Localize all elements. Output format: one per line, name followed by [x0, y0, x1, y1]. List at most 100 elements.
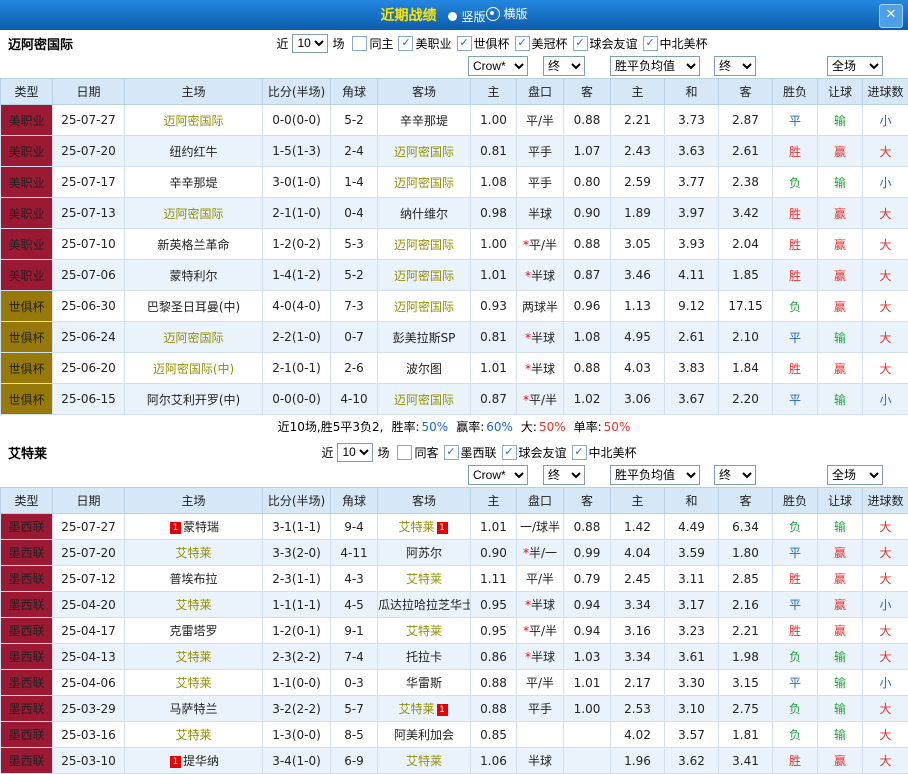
avg-stage-select[interactable]: 终 [714, 465, 756, 485]
filter-option[interactable]: ✓美职业 [398, 35, 451, 52]
avg-home-odds: 1.13 [611, 291, 665, 322]
results-table-body: 美职业25-07-27迈阿密国际0-0(0-0)5-2辛辛那堤1.00平/半0.… [1, 105, 908, 415]
away-odds: 1.07 [564, 136, 611, 167]
handicap-result: 输 [818, 105, 863, 136]
summary-stat-label: 大: [521, 420, 537, 434]
odds-company-select[interactable]: Crow* [468, 56, 528, 76]
avg-draw-odds: 9.12 [665, 291, 719, 322]
results-table: 类型日期主场比分(半场)角球客场主盘口客主和客胜负让球进球数美职业25-07-2… [0, 78, 908, 415]
checkbox-checked-icon[interactable]: ✓ [398, 36, 413, 51]
checkbox-checked-icon[interactable]: ✓ [502, 445, 517, 460]
corners: 1-4 [331, 167, 378, 198]
filter-option[interactable]: 同主 [352, 35, 393, 52]
column-header: 主场 [125, 488, 263, 514]
column-header: 主 [471, 79, 517, 105]
score: 3-4(1-0) [263, 748, 331, 774]
checkbox-unchecked-icon[interactable] [352, 36, 367, 51]
home-team: 蒙特利尔 [125, 260, 263, 291]
odds-stage-select[interactable]: 终 [543, 56, 585, 76]
checkbox-checked-icon[interactable]: ✓ [457, 36, 472, 51]
team-name-text: 波尔图 [406, 362, 442, 376]
league-type: 墨西联 [1, 644, 53, 670]
handicap-result: 输 [818, 696, 863, 722]
match-date: 25-07-10 [53, 229, 125, 260]
handicap: 平/半 [517, 105, 564, 136]
handicap-result: 输 [818, 670, 863, 696]
goals-result: 大 [863, 198, 908, 229]
avg-home-odds: 4.03 [611, 353, 665, 384]
home-team: 1提华纳 [125, 748, 263, 774]
corners: 8-5 [331, 722, 378, 748]
layout-radio-horizontal[interactable]: 横版 [486, 5, 528, 22]
avg-stage-select[interactable]: 终 [714, 56, 756, 76]
scope-select[interactable]: 全场 [827, 56, 883, 76]
avg-away-odds: 1.84 [719, 353, 773, 384]
match-date: 25-06-30 [53, 291, 125, 322]
away-odds: 0.88 [564, 105, 611, 136]
avg-draw-odds: 3.17 [665, 592, 719, 618]
column-header: 盘口 [517, 79, 564, 105]
checkbox-checked-icon[interactable]: ✓ [572, 445, 587, 460]
match-date: 25-06-15 [53, 384, 125, 415]
away-odds: 1.00 [564, 696, 611, 722]
away-team: 纳什维尔 [378, 198, 471, 229]
filter-option[interactable]: ✓球会友谊 [502, 444, 567, 461]
avg-draw-odds: 2.61 [665, 322, 719, 353]
filter-option[interactable]: ✓中北美杯 [572, 444, 637, 461]
avg-odds-select[interactable]: 胜平负均值 [610, 465, 700, 485]
match-row: 墨西联25-04-20艾特莱1-1(1-1)4-5瓜达拉哈拉芝华士0.95*半球… [1, 592, 908, 618]
checkbox-checked-icon[interactable]: ✓ [643, 36, 658, 51]
column-header: 主场 [125, 79, 263, 105]
corners: 5-7 [331, 696, 378, 722]
recent-count-select[interactable]: 10 [337, 443, 373, 462]
match-row: 墨西联25-03-101提华纳3-4(1-0)6-9艾特莱1.06半球1.963… [1, 748, 908, 774]
filter-label: 中北美杯 [589, 444, 637, 461]
goals-result: 大 [863, 136, 908, 167]
checkbox-checked-icon[interactable]: ✓ [515, 36, 530, 51]
checkbox-checked-icon[interactable]: ✓ [444, 445, 459, 460]
goals-result: 大 [863, 514, 908, 540]
league-type: 世俱杯 [1, 353, 53, 384]
match-row: 墨西联25-04-06艾特莱1-1(0-0)0-3华雷斯0.88平/半1.012… [1, 670, 908, 696]
league-type: 美职业 [1, 198, 53, 229]
odds-stage-select[interactable]: 终 [543, 465, 585, 485]
sections-container: 迈阿密国际近10场同主✓美职业✓世俱杯✓美冠杯✓球会友谊✓中北美杯Crow*终胜… [0, 30, 908, 774]
filter-label: 墨西联 [461, 444, 497, 461]
corners: 6-9 [331, 748, 378, 774]
team-name-text: 巴黎圣日耳曼(中) [147, 300, 240, 314]
goals-result: 小 [863, 592, 908, 618]
team-name-text: 阿美利加会 [394, 728, 454, 742]
odds-company-select[interactable]: Crow* [468, 465, 528, 485]
avg-odds-select[interactable]: 胜平负均值 [610, 56, 700, 76]
away-odds: 0.99 [564, 540, 611, 566]
recent-count-select[interactable]: 10 [292, 34, 328, 53]
match-result: 胜 [773, 748, 818, 774]
filter-option[interactable]: ✓球会友谊 [573, 35, 638, 52]
match-row: 美职业25-07-27迈阿密国际0-0(0-0)5-2辛辛那堤1.00平/半0.… [1, 105, 908, 136]
handicap-result: 赢 [818, 136, 863, 167]
away-odds: 0.88 [564, 353, 611, 384]
column-header: 日期 [53, 79, 125, 105]
corners: 4-3 [331, 566, 378, 592]
checkbox-unchecked-icon[interactable] [397, 445, 412, 460]
close-button[interactable]: ✕ [879, 4, 903, 28]
layout-radio-vertical[interactable]: 竖版 [448, 8, 485, 25]
match-row: 世俱杯25-06-20迈阿密国际(中)2-1(0-1)2-6波尔图1.01*半球… [1, 353, 908, 384]
handicap-result: 输 [818, 514, 863, 540]
handicap: *半球 [517, 644, 564, 670]
filter-option[interactable]: ✓中北美杯 [643, 35, 708, 52]
team-name-text: 艾特莱 [175, 546, 211, 560]
score: 1-1(1-1) [263, 592, 331, 618]
filter-option[interactable]: 同客 [397, 444, 438, 461]
avg-home-odds: 1.42 [611, 514, 665, 540]
summary-stat-value: 50% [422, 420, 449, 434]
filter-option[interactable]: ✓世俱杯 [457, 35, 510, 52]
radio-selected-icon [486, 7, 500, 21]
filter-option[interactable]: ✓美冠杯 [515, 35, 568, 52]
red-card-badge: 1 [437, 704, 448, 716]
score: 0-0(0-0) [263, 105, 331, 136]
score: 2-3(2-2) [263, 644, 331, 670]
filter-option[interactable]: ✓墨西联 [444, 444, 497, 461]
checkbox-checked-icon[interactable]: ✓ [573, 36, 588, 51]
scope-select[interactable]: 全场 [827, 465, 883, 485]
